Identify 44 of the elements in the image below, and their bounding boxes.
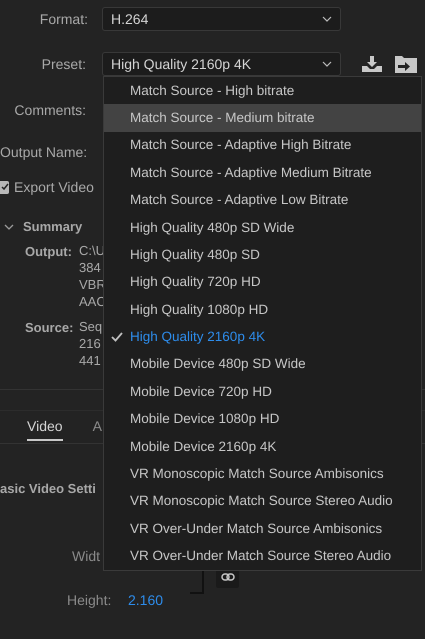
caret-icon xyxy=(322,61,332,67)
menu-item[interactable]: VR Over-Under Match Source Stereo Audio xyxy=(104,542,421,570)
output-name-label: Output Name: xyxy=(0,144,88,160)
menu-item[interactable]: Match Source - Medium bitrate xyxy=(104,104,421,132)
summary-value: 216 xyxy=(79,335,102,352)
tab[interactable]: A xyxy=(92,413,102,441)
format-dropdown[interactable]: H.264 xyxy=(102,7,341,31)
menu-item[interactable]: High Quality 480p SD Wide xyxy=(104,214,421,242)
summary-value: 441 xyxy=(79,352,102,369)
menu-item[interactable]: Mobile Device 720p HD xyxy=(104,378,421,406)
menu-item[interactable]: Match Source - Adaptive Medium Bitrate xyxy=(104,159,421,187)
summary-value: Seq xyxy=(79,318,102,335)
menu-item[interactable]: VR Over-Under Match Source Ambisonics xyxy=(104,515,421,543)
checkmark-icon xyxy=(111,332,123,342)
preset-label: Preset: xyxy=(40,54,86,74)
export-video-label: Export Video xyxy=(14,178,94,197)
menu-item[interactable]: Match Source - Adaptive High Bitrate xyxy=(104,132,421,160)
height-label: Height: xyxy=(67,591,112,610)
menu-item[interactable]: Mobile Device 2160p 4K xyxy=(104,433,421,460)
caret-icon xyxy=(322,16,332,22)
comments-label: Comments: xyxy=(13,101,86,120)
preset-dropdown[interactable]: High Quality 2160p 4K xyxy=(102,52,341,76)
section-heading: asic Video Setti xyxy=(0,481,96,496)
source-label: Source: xyxy=(25,319,74,337)
menu-item[interactable]: High Quality 1080p HD xyxy=(104,296,421,324)
format-label: Format: xyxy=(38,10,88,28)
menu-item[interactable]: Match Source - Adaptive Low Bitrate xyxy=(104,186,421,214)
menu-item[interactable]: Mobile Device 480p SD Wide xyxy=(104,350,421,378)
export-video-checkbox[interactable] xyxy=(0,180,9,194)
summary-heading: Summary xyxy=(23,218,82,236)
output-label: Output: xyxy=(25,243,73,261)
menu-item[interactable]: High Quality 480p SD xyxy=(104,241,421,269)
menu-item[interactable]: High Quality 2160p 4K xyxy=(104,324,421,351)
menu-item[interactable]: High Quality 720p HD xyxy=(104,268,421,296)
menu-item[interactable]: VR Monoscopic Match Source Stereo Audio xyxy=(104,488,421,516)
menu-item[interactable]: Mobile Device 1080p HD xyxy=(104,406,421,434)
width-label: Widt xyxy=(72,547,100,564)
folder-icon[interactable] xyxy=(395,55,417,73)
download-icon[interactable] xyxy=(361,56,383,72)
tab[interactable]: Video xyxy=(27,413,63,441)
menu-item[interactable]: VR Monoscopic Match Source Ambisonics xyxy=(104,460,421,488)
menu-item[interactable]: Match Source - High bitrate xyxy=(104,77,421,104)
summary-value: 384 xyxy=(79,259,102,276)
height-value[interactable]: 2.160 xyxy=(128,590,164,611)
